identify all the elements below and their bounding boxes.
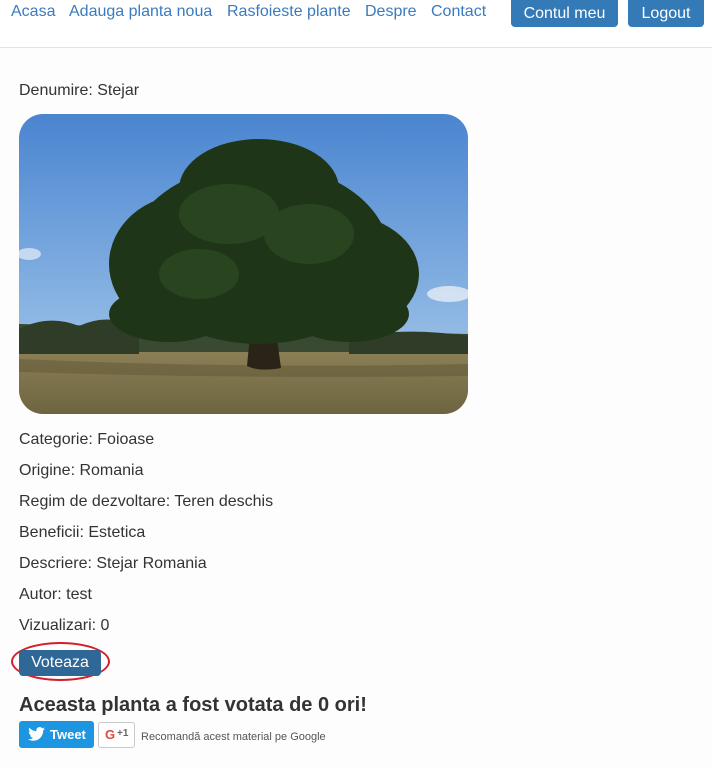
my-account-button[interactable]: Contul meu — [511, 0, 618, 27]
nav-link-browse-plants[interactable]: Rasfoieste plante — [227, 2, 351, 22]
plant-description: Descriere: Stejar Romania — [19, 555, 207, 572]
google-recommend-text: Recomandă acest material pe Google — [141, 731, 326, 743]
tweet-button[interactable]: Tweet — [19, 721, 94, 748]
plant-author: Autor: test — [19, 586, 92, 603]
plant-name: Denumire: Stejar — [19, 82, 140, 99]
nav-link-add-plant[interactable]: Adauga planta noua — [69, 2, 212, 22]
top-navbar: Acasa Adauga planta noua Rasfoieste plan… — [0, 0, 712, 48]
nav-link-about[interactable]: Despre — [365, 2, 417, 22]
plant-benefits: Beneficii: Estetica — [19, 524, 146, 541]
oak-tree-photo — [19, 114, 468, 414]
tweet-label: Tweet — [50, 727, 86, 742]
google-plus-one-button[interactable]: G +1 — [98, 722, 135, 748]
nav-link-contact[interactable]: Contact — [431, 2, 486, 22]
nav-link-home[interactable]: Acasa — [11, 2, 55, 22]
plant-category: Categorie: Foioase — [19, 431, 155, 448]
vote-count-heading: Aceasta planta a fost votata de 0 ori! — [19, 694, 367, 716]
plant-origin: Origine: Romania — [19, 462, 144, 479]
logout-button[interactable]: Logout — [628, 0, 704, 27]
plant-growth-regime: Regim de dezvoltare: Teren deschis — [19, 493, 274, 510]
twitter-bird-icon — [28, 727, 45, 741]
vote-button[interactable]: Voteaza — [19, 650, 101, 676]
plant-views: Vizualizari: 0 — [19, 617, 110, 634]
google-plus-icon: G — [105, 727, 116, 742]
plus-one-label: +1 — [117, 728, 129, 739]
